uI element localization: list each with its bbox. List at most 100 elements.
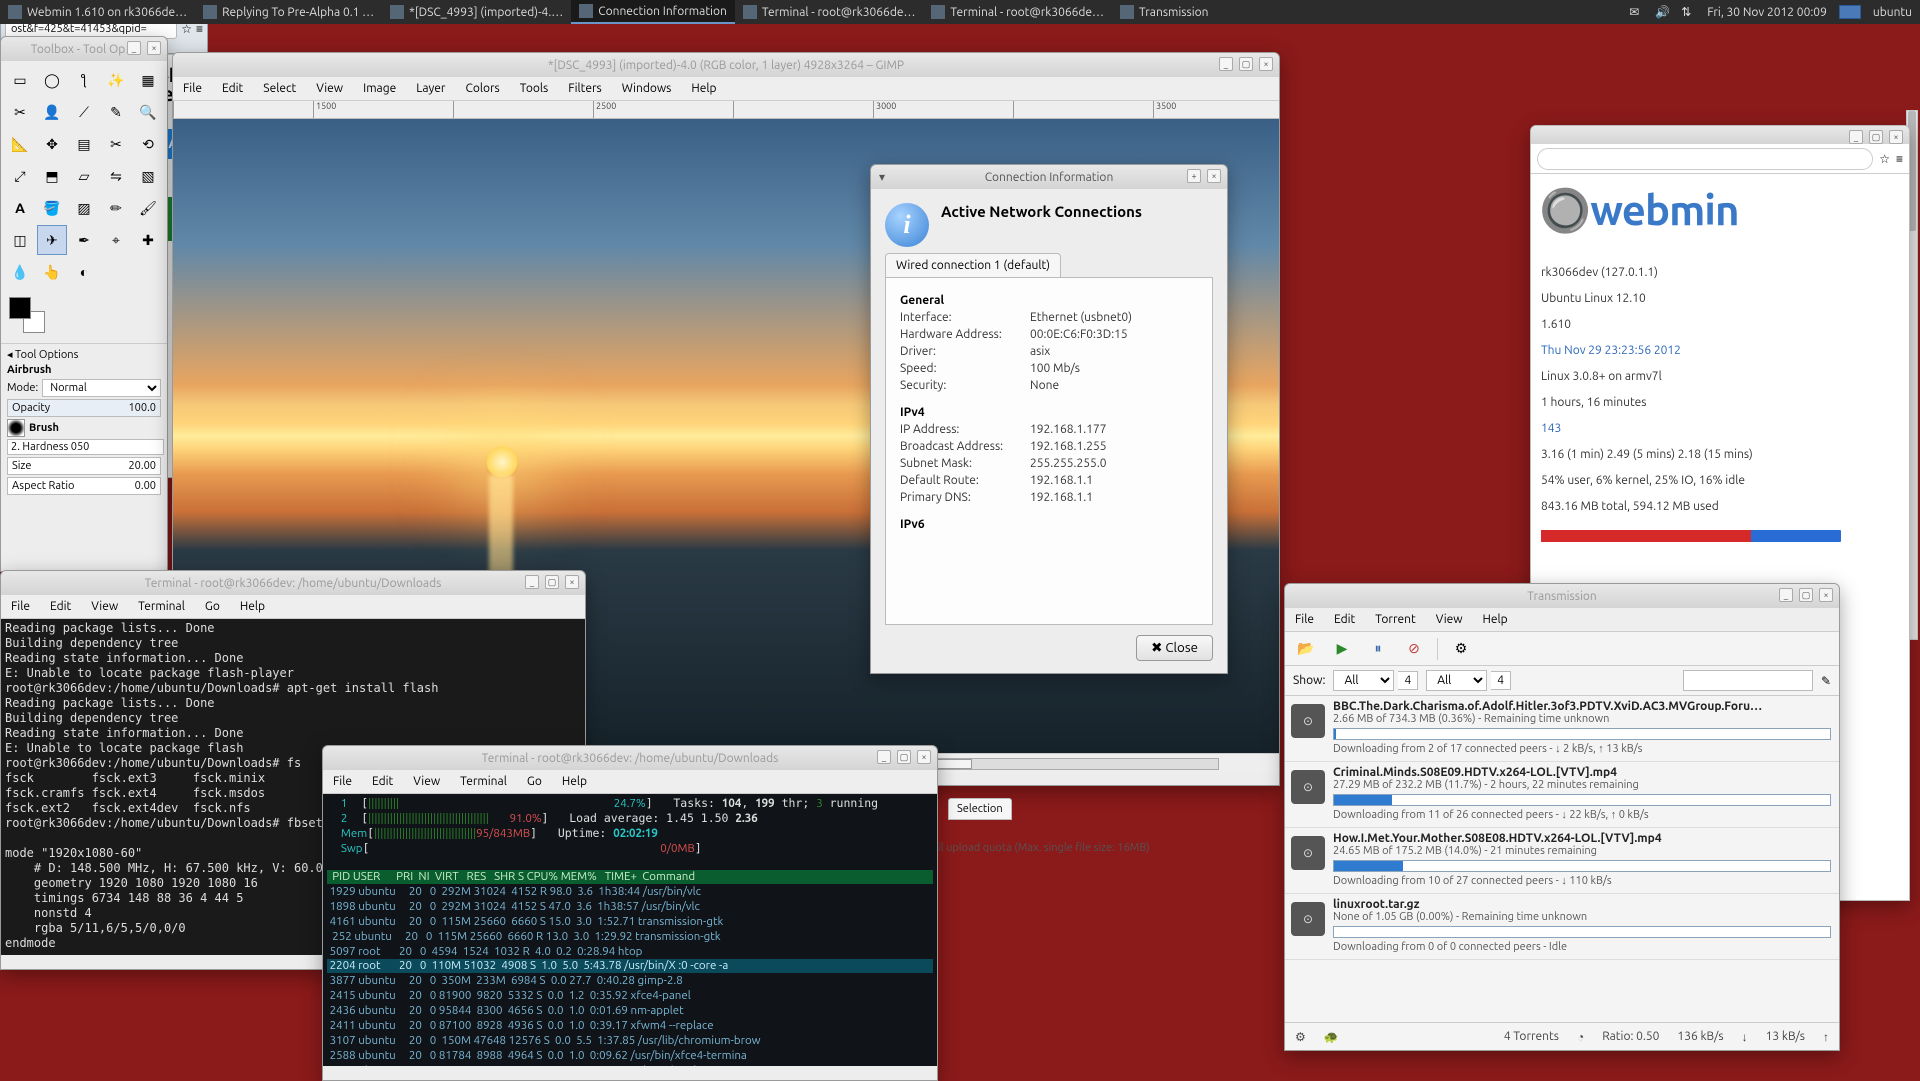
color-select-tool[interactable]: ▦ — [133, 65, 163, 95]
terminal-menu-item[interactable]: Edit — [362, 771, 403, 792]
selection-tab[interactable]: Selection — [948, 798, 1012, 820]
transmission-menu-item[interactable]: Edit — [1324, 609, 1365, 630]
transmission-menu-item[interactable]: Help — [1473, 609, 1518, 630]
terminal-menu-item[interactable]: View — [81, 596, 128, 617]
taskbar-task[interactable]: Terminal - root@rk3066de… — [923, 0, 1112, 24]
torrent-row[interactable]: ⊙BBC.The.Dark.Charisma.of.Adolf.Hitler.3… — [1285, 696, 1839, 762]
bucket-tool[interactable]: 🪣 — [37, 193, 67, 223]
term1-titlebar[interactable]: Terminal - root@rk3066dev: /home/ubuntu/… — [1, 571, 585, 595]
search-icon[interactable]: ✎ — [1821, 674, 1831, 688]
star-icon[interactable]: ☆ — [1879, 152, 1890, 166]
terminal-menu-item[interactable]: Help — [230, 596, 275, 617]
terminal-menu-item[interactable]: File — [1, 596, 40, 617]
chromium-menu-icon[interactable]: ≡ — [196, 22, 203, 36]
dodge-tool[interactable]: ◐ — [69, 257, 99, 287]
webmin-addressbar[interactable] — [1537, 148, 1873, 170]
gimp-menu-item[interactable]: Windows — [612, 78, 682, 99]
gimp-menu-item[interactable]: Edit — [212, 78, 253, 99]
close-button[interactable]: × — [565, 575, 579, 589]
terminal-menu-item[interactable]: Edit — [40, 596, 81, 617]
terminal-menu-item[interactable]: View — [403, 771, 450, 792]
properties-button[interactable]: ⚙ — [1448, 636, 1474, 662]
options-icon[interactable]: ⚙ — [1295, 1030, 1306, 1044]
ellipse-select-tool[interactable]: ◯ — [37, 65, 67, 95]
rect-select-tool[interactable]: ▭ — [5, 65, 35, 95]
term2-titlebar[interactable]: Terminal - root@rk3066dev: /home/ubuntu/… — [323, 746, 937, 770]
color-picker-tool[interactable]: ✎ — [101, 97, 131, 127]
conninfo-titlebar[interactable]: ▾ Connection Information +× — [871, 165, 1227, 189]
turtle-icon[interactable]: 🐢 — [1324, 1030, 1339, 1044]
volume-icon[interactable]: 🔊 — [1655, 5, 1669, 19]
stats-icon[interactable]: ◔ — [1577, 1030, 1584, 1044]
rotate-tool[interactable]: ⟲ — [133, 129, 163, 159]
close-button[interactable]: × — [1207, 169, 1221, 183]
ink-tool[interactable]: ✒ — [69, 225, 99, 255]
maximize-button[interactable]: ▢ — [1239, 57, 1253, 71]
session-label[interactable]: ubuntu — [1873, 6, 1912, 19]
remove-button[interactable]: ⊘ — [1401, 636, 1427, 662]
terminal-menu-item[interactable]: Terminal — [128, 596, 195, 617]
foreground-tool[interactable]: 👤 — [37, 97, 67, 127]
shear-tool[interactable]: ⬒ — [37, 161, 67, 191]
mail-icon[interactable]: ✉ — [1629, 5, 1643, 19]
close-button[interactable]: × — [1819, 588, 1833, 602]
opacity-value[interactable]: 100.0 — [128, 402, 156, 414]
airbrush-tool[interactable]: ✈ — [37, 225, 67, 255]
minimize-button[interactable]: _ — [1219, 57, 1233, 71]
gimp-menu-item[interactable]: Filters — [558, 78, 611, 99]
paintbrush-tool[interactable]: 🖌 — [133, 193, 163, 223]
close-dialog-button[interactable]: ✖ Close — [1136, 635, 1213, 661]
fuzzy-select-tool[interactable]: ✨ — [101, 65, 131, 95]
transmission-menu-item[interactable]: Torrent — [1365, 609, 1425, 630]
gimp-menu-item[interactable]: File — [173, 78, 212, 99]
aspect-value[interactable]: 0.00 — [135, 480, 156, 492]
close-button[interactable]: × — [147, 41, 161, 55]
close-button[interactable]: × — [1889, 130, 1903, 144]
move-tool[interactable]: ✥ — [37, 129, 67, 159]
blend-tool[interactable]: ▨ — [69, 193, 99, 223]
perspective-tool[interactable]: ▱ — [69, 161, 99, 191]
webmin-link[interactable]: Thu Nov 29 23:23:56 2012 — [1541, 344, 1681, 357]
taskbar-task[interactable]: Replying To Pre-Alpha 0.1 … — [195, 0, 382, 24]
align-tool[interactable]: ▤ — [69, 129, 99, 159]
torrent-row[interactable]: ⊙Criminal.Minds.S08E09.HDTV.x264-LOL.[VT… — [1285, 762, 1839, 828]
close-button[interactable]: × — [917, 750, 931, 764]
measure-tool[interactable]: 📐 — [5, 129, 35, 159]
clock[interactable]: Fri, 30 Nov 2012 00:09 — [1707, 6, 1827, 19]
dropdown-icon[interactable]: ▾ — [879, 170, 885, 184]
terminal-menu-item[interactable]: Go — [517, 771, 552, 792]
gimp-menu-item[interactable]: Help — [681, 78, 726, 99]
gimp-menu-item[interactable]: Colors — [455, 78, 509, 99]
terminal-menu-item[interactable]: Help — [552, 771, 597, 792]
taskbar-task[interactable]: Transmission — [1112, 0, 1217, 24]
taskbar-task[interactable]: Terminal - root@rk3066de… — [735, 0, 924, 24]
filter-status-select[interactable]: All — [1333, 670, 1394, 691]
toolbox-titlebar[interactable]: Toolbox - Tool Op… _× — [1, 37, 167, 61]
text-tool[interactable]: A — [5, 193, 35, 223]
torrent-row[interactable]: ⊙How.I.Met.Your.Mother.S08E08.HDTV.x264-… — [1285, 828, 1839, 894]
pencil-tool[interactable]: ✏ — [101, 193, 131, 223]
brush-input[interactable] — [7, 439, 164, 455]
taskbar-task[interactable]: *[DSC_4993] (imported)-4.… — [382, 0, 571, 24]
minimize-button[interactable]: _ — [525, 575, 539, 589]
scale-tool[interactable]: ⤢ — [5, 161, 35, 191]
terminal-menu-item[interactable]: Go — [195, 596, 230, 617]
brush-preview-icon[interactable] — [7, 419, 25, 437]
gimp-menu-item[interactable]: Tools — [510, 78, 559, 99]
filter-tracker-select[interactable]: All — [1426, 670, 1487, 691]
webmin-link[interactable]: 143 — [1541, 422, 1561, 435]
minimize-button[interactable]: _ — [1779, 588, 1793, 602]
workspace-switcher-icon[interactable] — [1839, 5, 1861, 19]
free-select-tool[interactable]: ƪ — [69, 65, 99, 95]
htop-output[interactable]: 1 [|||||||||| 24.7%] Tasks: 104, 199 thr… — [323, 794, 937, 1066]
scissors-tool[interactable]: ✂ — [5, 97, 35, 127]
heal-tool[interactable]: ✚ — [133, 225, 163, 255]
gimp-menu-item[interactable]: View — [306, 78, 353, 99]
gimp-menu-item[interactable]: Layer — [406, 78, 455, 99]
mode-select[interactable]: Normal — [42, 379, 161, 397]
smudge-tool[interactable]: 👆 — [37, 257, 67, 287]
taskbar-task[interactable]: Webmin 1.610 on rk3066de… — [0, 0, 195, 24]
minimize-button[interactable]: _ — [127, 41, 141, 55]
minimize-button[interactable]: _ — [877, 750, 891, 764]
close-button[interactable]: × — [1259, 57, 1273, 71]
